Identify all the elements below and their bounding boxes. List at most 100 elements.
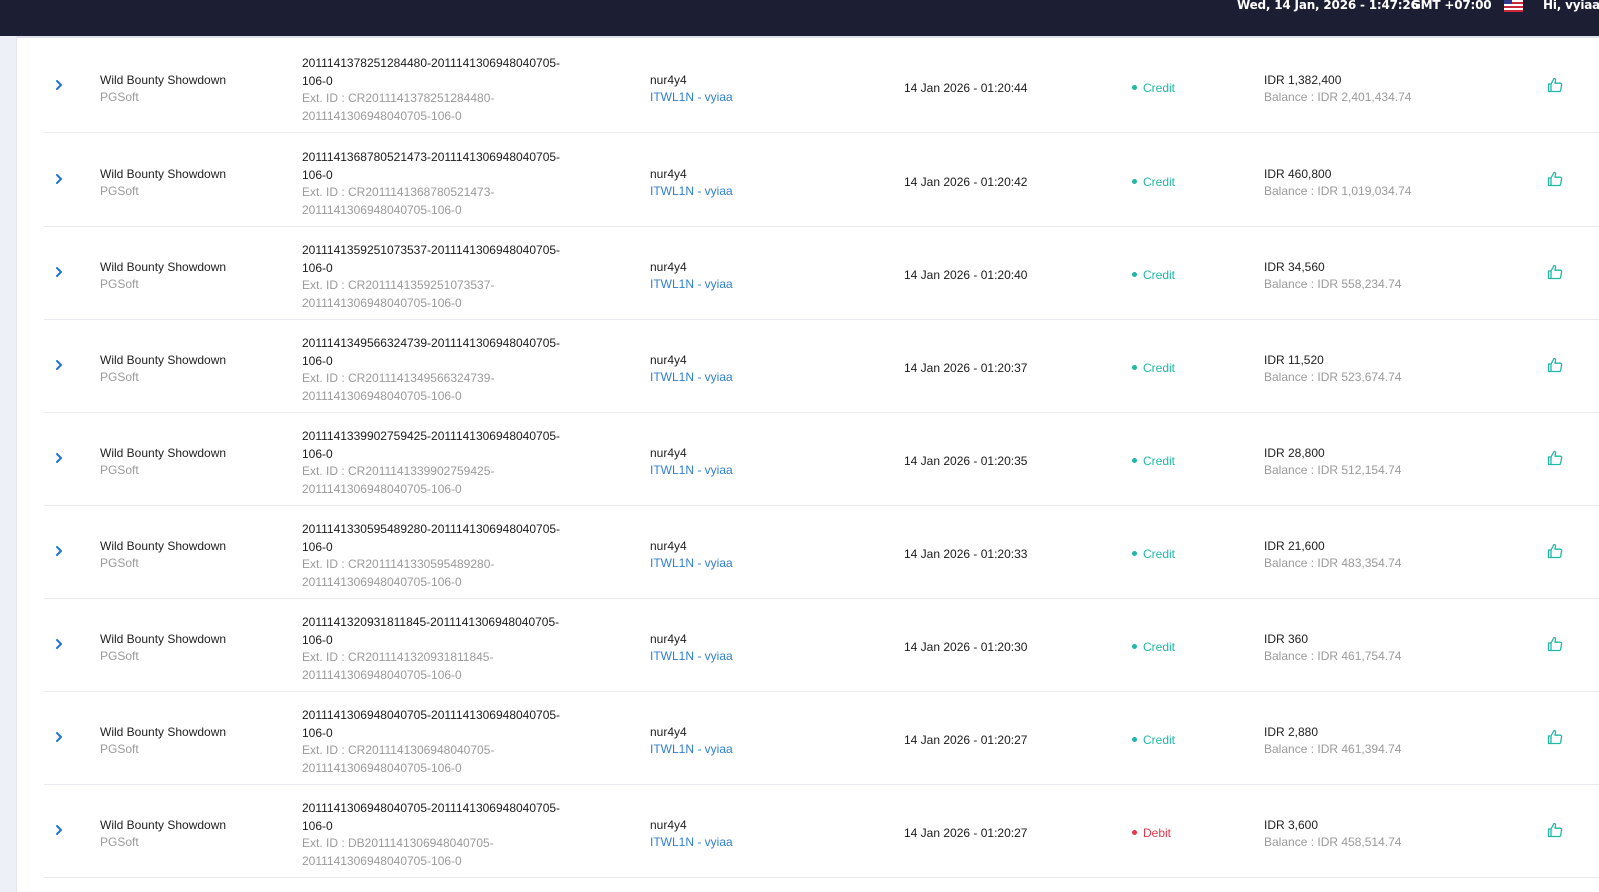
game-name: Wild Bounty Showdown <box>100 725 227 739</box>
agent-link[interactable]: ITWL1N - vyiaa <box>650 276 733 293</box>
user-cell: nur4y4 ITWL1N - vyiaa <box>650 445 733 479</box>
table-row[interactable]: Wild Bounty Showdown PGSoft 201114135925… <box>44 225 1599 320</box>
amount-value: IDR 34,560 <box>1264 260 1325 274</box>
amount-value: IDR 360 <box>1264 632 1309 646</box>
thumbs-up-icon[interactable] <box>1546 449 1564 467</box>
table-row[interactable]: Wild Bounty Showdown PGSoft 201114136878… <box>44 132 1599 227</box>
external-id-line2: 2011141306948040705-106-0 <box>302 667 462 682</box>
amount-cell: IDR 2,880 Balance : IDR 461,394.74 <box>1264 724 1401 758</box>
external-id-line2: 2011141306948040705-106-0 <box>302 295 462 310</box>
amount-value: IDR 11,520 <box>1264 353 1324 367</box>
external-id-line2: 2011141306948040705-106-0 <box>302 574 462 589</box>
transaction-id-line2: 106-0 <box>302 353 333 368</box>
balance-value: Balance : IDR 461,754.74 <box>1264 649 1402 663</box>
chevron-right-icon[interactable] <box>53 265 65 279</box>
transaction-type-label: Credit <box>1143 361 1176 375</box>
agent-link[interactable]: ITWL1N - vyiaa <box>650 648 733 665</box>
game-provider: PGSoft <box>100 835 139 849</box>
balance-value: Balance : IDR 523,674.74 <box>1264 370 1402 384</box>
thumbs-up-icon[interactable] <box>1546 76 1564 94</box>
thumbs-up-icon[interactable] <box>1546 728 1564 746</box>
agent-link[interactable]: ITWL1N - vyiaa <box>650 369 733 386</box>
amount-value: IDR 21,600 <box>1264 539 1325 553</box>
thumbs-up-icon[interactable] <box>1546 356 1564 374</box>
user-cell: nur4y4 ITWL1N - vyiaa <box>650 724 733 758</box>
transaction-type-badge: Credit <box>1132 733 1175 747</box>
external-id-line1: Ext. ID : CR2011141378251284480- <box>302 91 495 105</box>
transaction-id-line1: 2011141359251073537-2011141306948040705- <box>302 243 561 257</box>
amount-value: IDR 460,800 <box>1264 167 1332 181</box>
sidebar-edge <box>0 36 17 892</box>
game-cell: Wild Bounty Showdown PGSoft <box>100 724 226 758</box>
amount-cell: IDR 28,800 Balance : IDR 512,154.74 <box>1264 445 1401 479</box>
amount-value: IDR 1,382,400 <box>1264 73 1342 87</box>
agent-link[interactable]: ITWL1N - vyiaa <box>650 462 733 479</box>
table-row[interactable]: Wild Bounty Showdown PGSoft 201114133059… <box>44 504 1599 599</box>
username: nur4y4 <box>650 539 687 553</box>
game-provider: PGSoft <box>100 184 139 198</box>
external-id-line1: Ext. ID : CR2011141349566324739- <box>302 371 495 385</box>
balance-value: Balance : IDR 512,154.74 <box>1264 463 1402 477</box>
game-provider: PGSoft <box>100 277 139 291</box>
agent-link[interactable]: ITWL1N - vyiaa <box>650 834 733 851</box>
transaction-type-badge: Debit <box>1132 826 1171 840</box>
game-cell: Wild Bounty Showdown PGSoft <box>100 631 226 665</box>
game-name: Wild Bounty Showdown <box>100 353 227 367</box>
chevron-right-icon[interactable] <box>53 358 65 372</box>
transaction-time: 14 Jan 2026 - 01:20:27 <box>904 733 1028 747</box>
us-flag-icon[interactable] <box>1504 0 1523 12</box>
status-dot <box>1132 551 1137 557</box>
agent-link[interactable]: ITWL1N - vyiaa <box>650 555 733 572</box>
game-cell: Wild Bounty Showdown PGSoft <box>100 817 226 851</box>
agent-link[interactable]: ITWL1N - vyiaa <box>650 741 733 758</box>
chevron-right-icon[interactable] <box>53 637 65 651</box>
transaction-type-badge: Credit <box>1132 268 1175 282</box>
transaction-type-label: Credit <box>1143 547 1176 561</box>
table-row[interactable]: Wild Bounty Showdown PGSoft 201114132093… <box>44 597 1599 692</box>
amount-cell: IDR 21,600 Balance : IDR 483,354.74 <box>1264 538 1401 572</box>
chevron-right-icon[interactable] <box>53 172 65 186</box>
game-name: Wild Bounty Showdown <box>100 632 227 646</box>
table-row[interactable]: Wild Bounty Showdown PGSoft 201114133990… <box>44 411 1599 506</box>
user-greeting[interactable]: Hi, vyiaa <box>1543 0 1599 12</box>
game-provider: PGSoft <box>100 90 139 104</box>
external-id-line2: 2011141306948040705-106-0 <box>302 481 462 496</box>
amount-cell: IDR 360 Balance : IDR 461,754.74 <box>1264 631 1401 665</box>
username: nur4y4 <box>650 73 687 87</box>
username: nur4y4 <box>650 353 687 367</box>
chevron-right-icon[interactable] <box>53 78 65 92</box>
thumbs-up-icon[interactable] <box>1546 263 1564 281</box>
game-name: Wild Bounty Showdown <box>100 446 227 460</box>
transaction-type-badge: Credit <box>1132 175 1175 189</box>
agent-link[interactable]: ITWL1N - vyiaa <box>650 89 733 106</box>
external-id-line1: Ext. ID : CR2011141330595489280- <box>302 557 495 571</box>
game-name: Wild Bounty Showdown <box>100 167 227 181</box>
chevron-right-icon[interactable] <box>53 451 65 465</box>
chevron-right-icon[interactable] <box>53 823 65 837</box>
table-row[interactable]: Wild Bounty Showdown PGSoft 201114130694… <box>44 690 1599 785</box>
amount-cell: IDR 1,382,400 Balance : IDR 2,401,434.74 <box>1264 72 1411 106</box>
game-name: Wild Bounty Showdown <box>100 260 227 274</box>
transaction-time: 14 Jan 2026 - 01:20:33 <box>904 547 1028 561</box>
chevron-right-icon[interactable] <box>53 730 65 744</box>
username: nur4y4 <box>650 725 687 739</box>
game-cell: Wild Bounty Showdown PGSoft <box>100 352 226 386</box>
transaction-id-line1: 2011141378251284480-2011141306948040705- <box>302 56 561 70</box>
transaction-time: 14 Jan 2026 - 01:20:40 <box>904 268 1028 282</box>
transaction-time: 14 Jan 2026 - 01:20:42 <box>904 175 1028 189</box>
transaction-id-cell: 2011141330595489280-2011141306948040705-… <box>302 521 577 591</box>
balance-value: Balance : IDR 483,354.74 <box>1264 556 1402 570</box>
transaction-type-badge: Credit <box>1132 454 1175 468</box>
thumbs-up-icon[interactable] <box>1546 635 1564 653</box>
agent-link[interactable]: ITWL1N - vyiaa <box>650 183 733 200</box>
thumbs-up-icon[interactable] <box>1546 542 1564 560</box>
thumbs-up-icon[interactable] <box>1546 170 1564 188</box>
table-row[interactable]: Wild Bounty Showdown PGSoft 201114137825… <box>44 38 1599 133</box>
game-cell: Wild Bounty Showdown PGSoft <box>100 72 226 106</box>
thumbs-up-icon[interactable] <box>1546 821 1564 839</box>
table-row[interactable]: Wild Bounty Showdown PGSoft 201114134956… <box>44 318 1599 413</box>
chevron-right-icon[interactable] <box>53 544 65 558</box>
external-id-line2: 2011141306948040705-106-0 <box>302 388 462 403</box>
table-row[interactable]: Wild Bounty Showdown PGSoft 201114130694… <box>44 783 1599 878</box>
transaction-id-line1: 2011141339902759425-2011141306948040705- <box>302 429 561 443</box>
